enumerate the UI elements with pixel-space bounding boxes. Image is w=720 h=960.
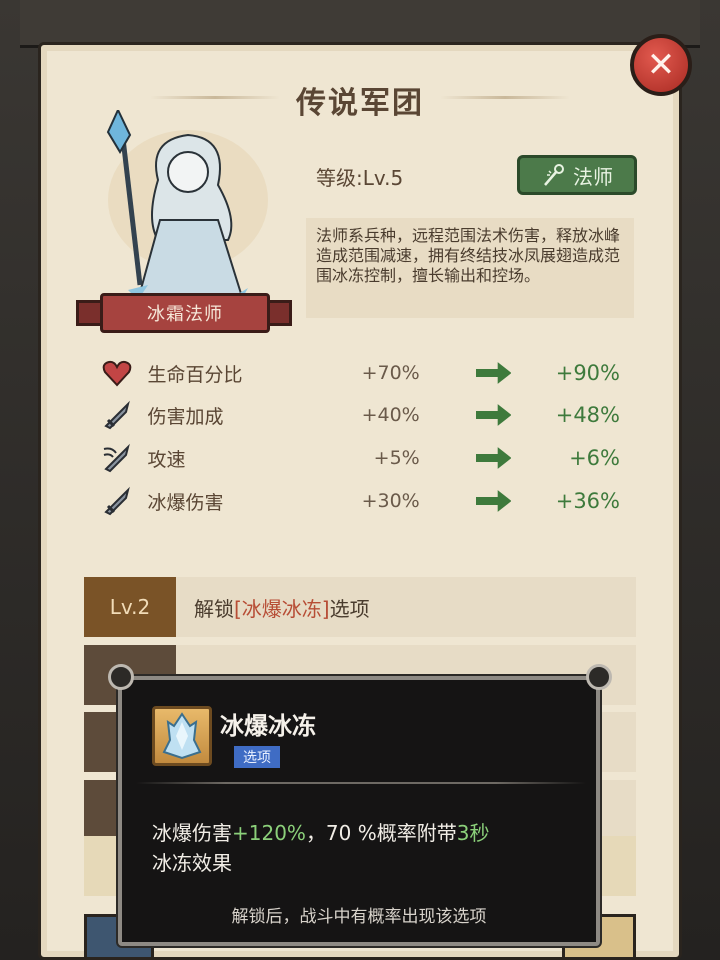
skill-description: 冰爆伤害+120%，70 %概率附带3秒 冰冻效果	[152, 821, 490, 875]
stat-next-value: +6%	[569, 446, 620, 470]
stat-row: 攻速 +5% +6%	[100, 440, 620, 476]
close-button[interactable]: ✕	[630, 34, 692, 96]
hero-level: 等级:Lv.5	[316, 166, 404, 190]
unlock-level-tag: Lv.2	[84, 577, 176, 637]
stat-row: 冰爆伤害 +30% +36%	[100, 483, 620, 519]
stat-next-value: +36%	[555, 489, 620, 513]
stat-label: 攻速	[147, 448, 186, 471]
tooltip-divider	[136, 782, 586, 784]
heart-icon	[100, 356, 134, 390]
unlock-row-lv2[interactable]: Lv.2 解锁[冰爆冰冻]选项	[84, 577, 636, 637]
stat-current-value: +5%	[373, 447, 420, 469]
arrow-right-icon	[475, 490, 512, 512]
ice-crystal-icon	[152, 706, 212, 766]
stat-next-value: +90%	[555, 361, 620, 385]
tooltip-corner-ornament	[586, 664, 612, 690]
stat-label: 冰爆伤害	[147, 491, 224, 514]
class-badge: 法师	[517, 155, 637, 195]
arrow-right-icon	[475, 362, 512, 384]
skill-type-tag: 选项	[234, 746, 280, 768]
stat-current-value: +70%	[361, 362, 420, 384]
stat-next-value: +48%	[555, 403, 620, 427]
stat-row: 生命百分比 +70% +90%	[100, 355, 620, 391]
arrow-right-icon	[475, 447, 512, 469]
sword-icon	[100, 398, 134, 432]
stat-label: 生命百分比	[147, 363, 243, 386]
tooltip-corner-ornament	[108, 664, 134, 690]
stat-row: 伤害加成 +40% +48%	[100, 397, 620, 433]
hero-description: 法师系兵种，远程范围法术伤害，释放冰峰造成范围减速，拥有终结技冰凤展翅造成范围冰…	[306, 218, 634, 318]
stat-current-value: +40%	[361, 404, 420, 426]
tooltip-footer: 解锁后，战斗中有概率出现该选项	[231, 907, 487, 927]
staff-icon	[544, 164, 564, 186]
class-label: 法师	[573, 164, 613, 189]
stat-current-value: +30%	[361, 490, 420, 512]
sword-icon	[100, 484, 134, 518]
skill-name: 冰爆冰冻	[220, 712, 316, 740]
swift-sword-icon	[100, 441, 134, 475]
unlock-text: 解锁[冰爆冰冻]选项	[194, 596, 370, 621]
hero-name-ribbon: 冰霜法师	[100, 293, 270, 333]
arrow-right-icon	[475, 404, 512, 426]
close-icon: ✕	[646, 45, 676, 85]
stat-label: 伤害加成	[147, 405, 224, 428]
background-header-strip	[20, 0, 700, 48]
